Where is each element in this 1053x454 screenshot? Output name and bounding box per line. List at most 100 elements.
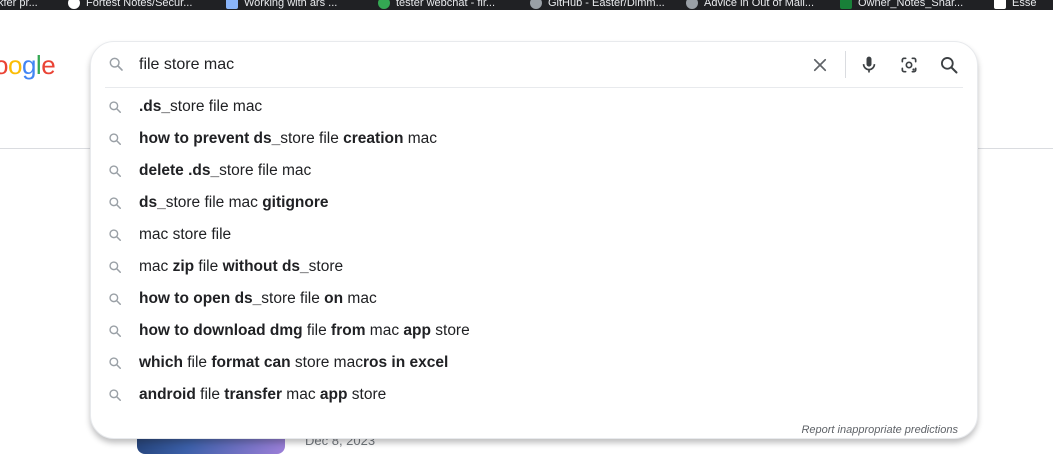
search-icon bbox=[109, 165, 122, 178]
suggestion-item[interactable]: which file format can store macros in ex… bbox=[91, 347, 977, 379]
search-icon bbox=[109, 357, 122, 370]
search-button[interactable] bbox=[936, 52, 962, 78]
suggestion-segment: mac bbox=[365, 322, 404, 339]
folder-icon bbox=[994, 0, 1006, 9]
github-icon bbox=[68, 0, 80, 9]
suggestion-item[interactable]: .ds_store file mac bbox=[91, 91, 977, 123]
search-icon bbox=[109, 101, 122, 114]
search-input-row bbox=[91, 42, 977, 87]
suggestion-text: android file transfer mac app store bbox=[139, 386, 386, 404]
logo-letter: o bbox=[0, 50, 8, 80]
divider bbox=[845, 51, 846, 78]
suggestion-segment: how to download dmg bbox=[139, 322, 303, 339]
suggestion-item[interactable]: delete .ds_store file mac bbox=[91, 155, 977, 187]
bookmark-label: Esse bbox=[1012, 0, 1037, 9]
suggestion-segment: gitignore bbox=[262, 194, 329, 211]
search-icon bbox=[109, 325, 122, 338]
suggestion-segment: zip bbox=[172, 258, 195, 275]
suggestion-segment: creation bbox=[343, 130, 404, 147]
bookmark-label: Working with ars ... bbox=[244, 0, 338, 9]
search-dropdown: .ds_store file machow to prevent ds_stor… bbox=[90, 41, 978, 439]
suggestion-item[interactable]: mac store file bbox=[91, 219, 977, 251]
suggestion-text: how to open ds_store file on mac bbox=[139, 290, 377, 308]
sheets-icon bbox=[840, 0, 852, 9]
search-icon bbox=[109, 133, 122, 146]
bookmark-item[interactable]: Owner_Notes_Shar... bbox=[840, 0, 963, 10]
voice-search-button[interactable] bbox=[856, 52, 882, 78]
bookmarks-bar: kfer pr... Fortest Notes/Secur... Workin… bbox=[0, 0, 1053, 10]
suggestion-item[interactable]: android file transfer mac app store bbox=[91, 379, 977, 411]
search-icon bbox=[941, 57, 958, 74]
lens-search-button[interactable] bbox=[896, 52, 922, 78]
suggestion-item[interactable]: how to download dmg file from mac app st… bbox=[91, 315, 977, 347]
suggestion-segment: file bbox=[195, 386, 225, 403]
suggestion-segment: store file bbox=[261, 290, 325, 307]
search-icon bbox=[109, 293, 122, 306]
suggestion-segment: android bbox=[139, 386, 196, 403]
bookmark-label: tester webchat - fir... bbox=[396, 0, 496, 9]
suggestion-segment: file bbox=[182, 354, 212, 371]
suggestion-segment: store bbox=[430, 322, 470, 339]
suggestion-segment: store file mac bbox=[219, 162, 312, 179]
bookmark-item[interactable]: Working with ars ... bbox=[226, 0, 337, 10]
report-predictions-link[interactable]: Report inappropriate predictions bbox=[801, 424, 958, 436]
bookmark-item[interactable]: Fortest Notes/Secur... bbox=[68, 0, 192, 10]
bookmark-item[interactable]: Advice in Out of Mail... bbox=[686, 0, 814, 10]
search-icon bbox=[109, 197, 122, 210]
suggestion-segment: how to open ds_ bbox=[139, 290, 262, 307]
suggestion-segment: on bbox=[324, 290, 344, 307]
logo-letter: g bbox=[21, 50, 36, 80]
clear-button[interactable] bbox=[807, 52, 833, 78]
bookmark-label: Fortest Notes/Secur... bbox=[86, 0, 193, 9]
suggestion-item[interactable]: how to prevent ds_store file creation ma… bbox=[91, 123, 977, 155]
suggestion-segment: store file mac bbox=[170, 98, 263, 115]
suggestion-text: .ds_store file mac bbox=[139, 98, 262, 116]
suggestion-segment: store file mac bbox=[165, 194, 263, 211]
suggestion-segment: format can bbox=[211, 354, 291, 371]
logo-letter: e bbox=[41, 50, 56, 80]
bookmark-item[interactable]: tester webchat - fir... bbox=[378, 0, 495, 10]
logo-letter: o bbox=[7, 50, 22, 80]
suggestion-item[interactable]: mac zip file without ds_store bbox=[91, 251, 977, 283]
bookmark-item[interactable]: Esse bbox=[994, 0, 1036, 10]
suggestion-text: mac store file bbox=[139, 226, 231, 244]
suggestion-segment: mac bbox=[139, 258, 173, 275]
github-icon bbox=[686, 0, 698, 9]
search-icon bbox=[109, 261, 122, 274]
suggestion-segment: .ds_ bbox=[139, 98, 171, 115]
suggestion-text: how to prevent ds_store file creation ma… bbox=[139, 130, 437, 148]
suggestion-text: delete .ds_store file mac bbox=[139, 162, 311, 180]
suggestion-segment: file bbox=[302, 322, 332, 339]
suggestion-segment: store bbox=[308, 258, 344, 275]
chrome-icon bbox=[378, 0, 390, 9]
suggestion-segment: delete .ds_ bbox=[139, 162, 220, 179]
suggestion-segment: without ds_ bbox=[222, 258, 309, 275]
divider bbox=[105, 87, 963, 88]
close-icon bbox=[813, 58, 827, 72]
suggestion-segment: mac store file bbox=[139, 226, 232, 243]
suggestion-segment: which bbox=[139, 354, 183, 371]
suggestion-text: ds_store file mac gitignore bbox=[139, 194, 329, 212]
camera-lens-icon bbox=[901, 57, 917, 73]
suggestion-text: how to download dmg file from mac app st… bbox=[139, 322, 470, 340]
suggestion-segment: app bbox=[319, 386, 348, 403]
google-logo[interactable]: oogle bbox=[0, 50, 56, 81]
search-input[interactable] bbox=[139, 55, 739, 75]
suggestion-text: which file format can store macros in ex… bbox=[139, 354, 448, 372]
suggestion-segment: store mac bbox=[290, 354, 363, 371]
suggestion-segment: app bbox=[403, 322, 431, 339]
search-icon bbox=[109, 389, 122, 402]
mic-icon bbox=[862, 56, 876, 73]
bookmark-item[interactable]: GitHub - Easter/Dimm... bbox=[530, 0, 665, 10]
suggestion-segment: ros in excel bbox=[362, 354, 449, 371]
page-icon bbox=[226, 0, 238, 9]
suggestion-segment: file bbox=[194, 258, 223, 275]
bookmark-item[interactable]: kfer pr... bbox=[0, 0, 38, 10]
suggestion-segment: mac bbox=[403, 130, 438, 147]
bookmark-label: kfer pr... bbox=[0, 0, 38, 9]
search-icon bbox=[109, 57, 123, 71]
suggestion-segment: store bbox=[347, 386, 387, 403]
suggestion-item[interactable]: how to open ds_store file on mac bbox=[91, 283, 977, 315]
suggestion-item[interactable]: ds_store file mac gitignore bbox=[91, 187, 977, 219]
suggestion-segment: how to prevent ds_ bbox=[139, 130, 281, 147]
